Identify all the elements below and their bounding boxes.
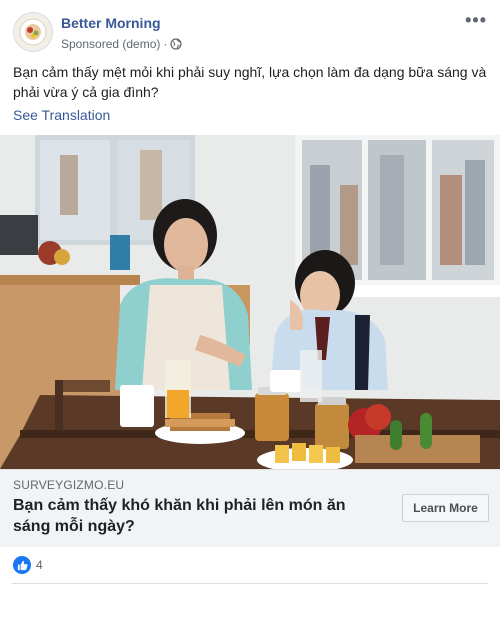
reaction-count: 4 — [36, 558, 43, 572]
separator-dot: · — [163, 37, 168, 51]
sponsored-line: Sponsored (demo) · — [61, 37, 182, 51]
learn-more-button[interactable]: Learn More — [402, 494, 489, 522]
link-domain: SURVEYGIZMO.EU — [13, 478, 125, 492]
link-headline: Bạn cảm thấy khó khăn khi phải lên món ă… — [13, 497, 346, 535]
post-header: Better Morning Sponsored (demo) · ••• — [13, 10, 487, 56]
see-translation-link[interactable]: See Translation — [13, 107, 110, 123]
reaction-summary[interactable]: 4 — [13, 556, 43, 574]
like-icon — [13, 556, 31, 574]
ad-image[interactable] — [0, 135, 500, 469]
post-message: Bạn cảm thấy mệt mỏi khi phải suy nghĩ, … — [13, 64, 487, 100]
globe-icon — [170, 38, 182, 50]
link-preview-bar[interactable]: SURVEYGIZMO.EU Bạn cảm thấy khó khăn khi… — [0, 469, 500, 547]
thumbs-up-icon — [17, 560, 28, 570]
sponsored-label[interactable]: Sponsored (demo) — [61, 37, 160, 51]
page-name-link[interactable]: Better Morning — [61, 15, 161, 31]
page-avatar[interactable] — [13, 12, 53, 52]
ad-post-card: Better Morning Sponsored (demo) · ••• Bạ… — [0, 0, 500, 586]
more-options-button[interactable]: ••• — [465, 10, 487, 31]
avatar-breakfast-plate-image — [14, 13, 52, 51]
footer-divider — [12, 583, 488, 584]
mother-daughter-breakfast-photo — [0, 135, 500, 469]
